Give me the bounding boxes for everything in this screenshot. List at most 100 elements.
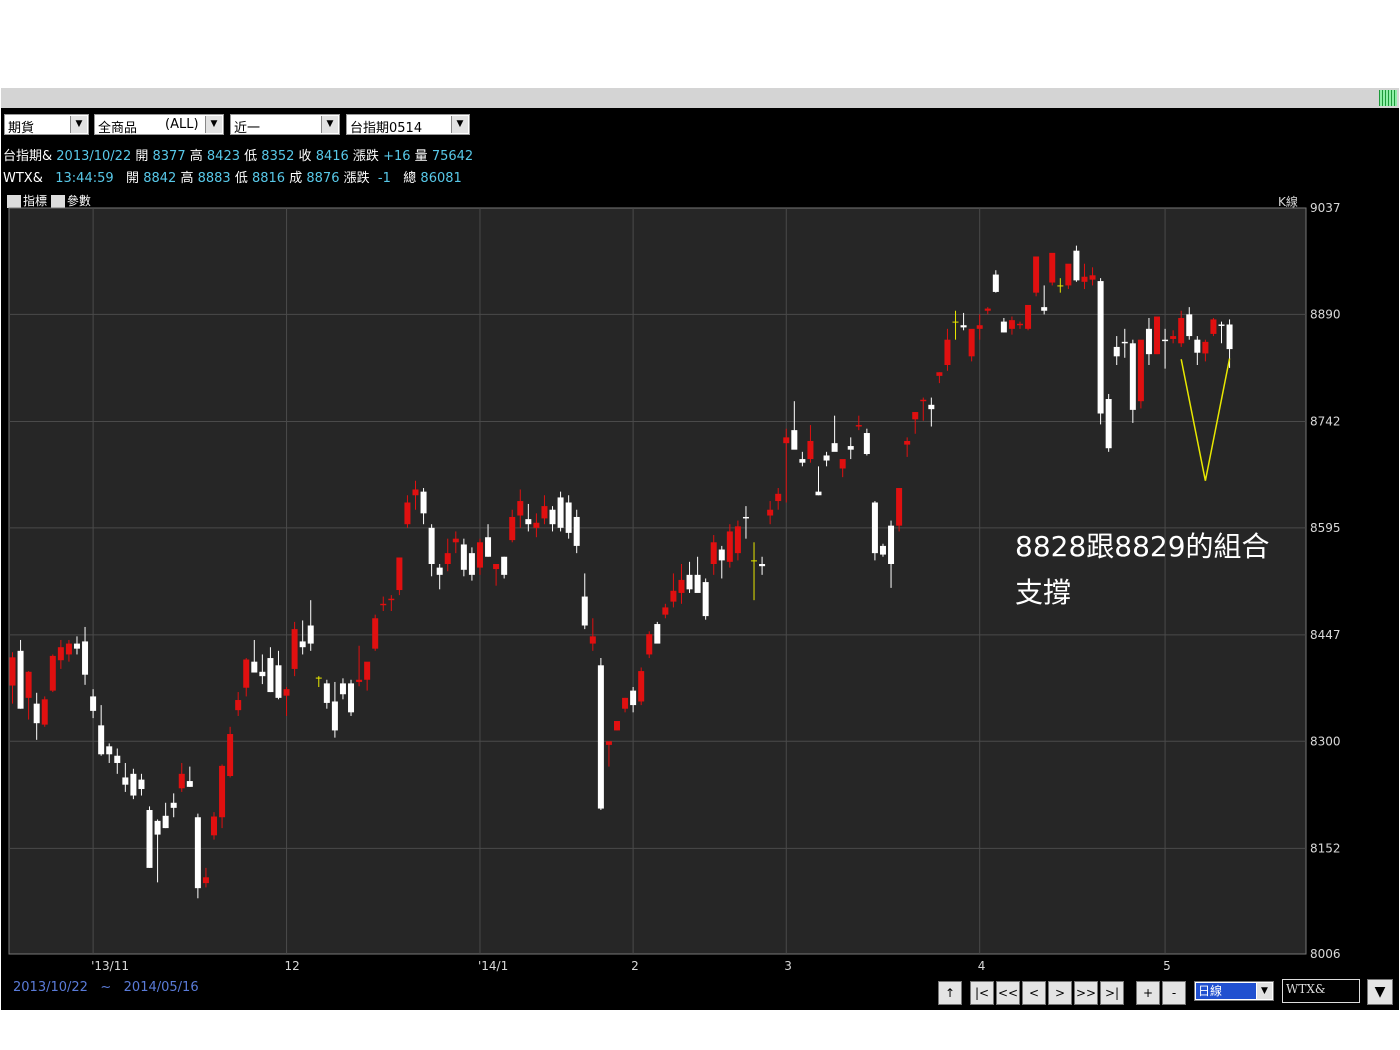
- candle-body: [1178, 317, 1185, 344]
- candle-body: [799, 459, 806, 463]
- candle-body: [1097, 281, 1104, 414]
- candle-body: [130, 773, 137, 796]
- candle-body: [162, 815, 169, 829]
- candle-body: [251, 661, 258, 673]
- candle-body: [767, 509, 774, 516]
- candle-body: [670, 590, 677, 602]
- candle-body: [638, 671, 645, 702]
- candle-body: [605, 741, 612, 745]
- candle-body: [219, 765, 226, 818]
- period-select[interactable]: 日線 ▼: [1194, 981, 1274, 1001]
- candle-body: [476, 542, 483, 568]
- fast-back-button[interactable]: <<: [996, 981, 1020, 1005]
- y-tick-label: 8890: [1310, 307, 1341, 321]
- candle-body: [452, 538, 459, 543]
- y-tick-label: 8447: [1310, 628, 1341, 642]
- candle-body: [1226, 324, 1233, 350]
- dropdown-button[interactable]: ▼: [1367, 979, 1393, 1005]
- fast-forward-button[interactable]: >>: [1074, 981, 1098, 1005]
- candle-body: [154, 820, 161, 835]
- candle-body: [517, 501, 524, 516]
- candle-body: [299, 641, 306, 648]
- candle-body: [428, 527, 435, 564]
- candle-body: [1049, 252, 1056, 283]
- candle-body: [1025, 304, 1032, 329]
- annotation-text-line2: 支撐: [1015, 576, 1071, 609]
- candle-body: [888, 525, 895, 564]
- candle-body: [339, 683, 346, 695]
- candle-body: [90, 696, 97, 711]
- y-tick-label: 8300: [1310, 734, 1341, 748]
- y-tick-label: 8742: [1310, 414, 1341, 428]
- candle-body: [1008, 320, 1015, 329]
- candle-body: [291, 629, 298, 669]
- candle-body: [509, 516, 516, 541]
- candlestick-chart[interactable]: 9037 8890 8742 8595 8447 8300 8152 8006 '13/11 12…: [1, 88, 1399, 1010]
- period-select-value: 日線: [1196, 983, 1256, 999]
- plot-area: [8, 207, 1307, 955]
- back-button[interactable]: <: [1022, 981, 1046, 1005]
- candle-body: [17, 650, 24, 709]
- candle-body: [178, 773, 185, 789]
- candle-body: [742, 516, 749, 519]
- candle-body: [380, 603, 387, 606]
- candle-body: [1170, 336, 1177, 339]
- candle-body: [73, 643, 80, 649]
- candle-body: [557, 497, 564, 528]
- candle-body: [1202, 341, 1209, 354]
- y-tick-label: 9037: [1310, 201, 1341, 215]
- zoom-out-button[interactable]: -: [1162, 981, 1186, 1005]
- candle-body: [235, 700, 242, 711]
- x-tick-label: '13/11: [91, 959, 129, 973]
- candle-body: [944, 339, 951, 366]
- symbol-input[interactable]: WTX&: [1282, 979, 1360, 1003]
- candle-body: [936, 372, 943, 376]
- trading-app: 期貨 ▼ 全商品 (ALL) ▼ 近一 ▼ 台指期0514 ▼ 台指期& 201…: [1, 88, 1399, 1010]
- chevron-down-icon[interactable]: ▼: [1257, 983, 1272, 999]
- candle-body: [364, 661, 371, 680]
- candle-body: [920, 399, 927, 402]
- last-button[interactable]: >|: [1100, 981, 1124, 1005]
- candle-body: [396, 557, 403, 591]
- candle-body: [839, 459, 846, 469]
- candle-body: [807, 440, 814, 460]
- candle-body: [146, 810, 153, 868]
- candle-body: [356, 679, 363, 682]
- candle-body: [589, 636, 596, 644]
- candle-body: [1057, 285, 1064, 287]
- x-tick-label: 5: [1163, 959, 1171, 973]
- candle-body: [194, 817, 201, 889]
- candle-body: [9, 657, 16, 686]
- x-tick-label: 2: [631, 959, 639, 973]
- candle-body: [444, 553, 451, 564]
- forward-button[interactable]: >: [1048, 981, 1072, 1005]
- candle-body: [49, 655, 56, 691]
- candle-body: [1194, 339, 1201, 353]
- candle-body: [1121, 341, 1128, 344]
- candle-body: [331, 701, 338, 731]
- x-tick-label: 12: [285, 959, 300, 973]
- scroll-up-button[interactable]: ↑: [938, 981, 962, 1005]
- candle-body: [968, 328, 975, 357]
- candle-body: [170, 802, 177, 808]
- candle-body: [791, 430, 798, 450]
- candle-body: [1210, 319, 1217, 334]
- candle-body: [1065, 263, 1072, 286]
- candle-body: [436, 567, 443, 575]
- candle-body: [912, 412, 919, 420]
- candle-body: [855, 425, 862, 427]
- candle-body: [1105, 399, 1112, 449]
- candle-body: [646, 634, 653, 655]
- candle-body: [114, 755, 121, 763]
- zoom-in-button[interactable]: +: [1136, 981, 1160, 1005]
- candle-body: [1041, 307, 1048, 311]
- candle-body: [33, 703, 40, 724]
- candle-body: [614, 721, 620, 731]
- candle-body: [227, 734, 234, 777]
- first-button[interactable]: |<: [970, 981, 994, 1005]
- candle-body: [1073, 250, 1080, 281]
- range-to: 2014/05/16: [123, 980, 199, 995]
- candle-body: [541, 506, 548, 519]
- candle-body: [678, 579, 685, 593]
- candle-body: [863, 433, 870, 455]
